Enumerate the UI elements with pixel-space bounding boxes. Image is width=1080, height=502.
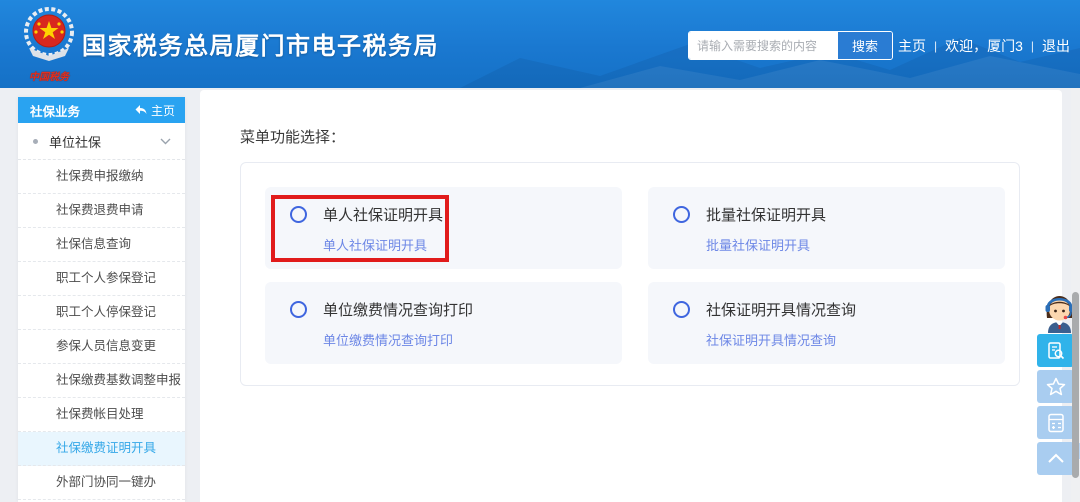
reply-arrow-icon: [135, 105, 147, 114]
sidebar-item[interactable]: 职工个人停保登记: [18, 296, 185, 330]
floating-toolbar: [1037, 334, 1074, 475]
page-title: 国家税务总局厦门市电子税务局: [82, 33, 439, 60]
sidebar-item[interactable]: 社保费帐目处理: [18, 398, 185, 432]
logo-caption: 中国税务: [29, 72, 69, 83]
sidebar-title: 社保业务: [30, 104, 81, 119]
sidebar-parent-label: 单位社保: [49, 134, 102, 150]
card-title: 社保证明开具情况查询: [706, 302, 857, 319]
card-single-social-insurance-certificate[interactable]: 单人社保证明开具 单人社保证明开具: [265, 187, 622, 269]
radio-button-icon[interactable]: [673, 301, 690, 318]
sidebar-item[interactable]: 外部门协同一键办: [18, 466, 185, 500]
tax-emblem-icon: [24, 7, 74, 61]
card-link[interactable]: 批量社保证明开具: [706, 235, 810, 254]
card-title: 单位缴费情况查询打印: [323, 302, 474, 319]
sidebar-item-unit-social-insurance[interactable]: 单位社保: [18, 123, 185, 160]
menu-function-select-label: 菜单功能选择：: [240, 129, 346, 146]
logout-link[interactable]: 退出: [1042, 36, 1070, 56]
card-unit-payment-query-print[interactable]: 单位缴费情况查询打印 单位缴费情况查询打印: [265, 282, 622, 364]
back-to-top-button[interactable]: [1037, 442, 1074, 475]
search-input[interactable]: [689, 32, 837, 59]
header-nav-links: 主页 | 欢迎，厦门3 | 退出: [898, 36, 1070, 56]
sidebar-item[interactable]: 社保信息查询: [18, 228, 185, 262]
header-bar: 中国税务 国家税务总局厦门市电子税务局 搜索 主页 | 欢迎，厦门3 | 退出: [0, 0, 1080, 88]
card-title: 批量社保证明开具: [706, 207, 827, 224]
calculator-button[interactable]: [1037, 406, 1074, 439]
sidebar-item[interactable]: 职工个人参保登记: [18, 262, 185, 296]
sidebar-item[interactable]: 社保费退费申请: [18, 194, 185, 228]
favorite-star-button[interactable]: [1037, 370, 1074, 403]
card-link[interactable]: 单位缴费情况查询打印: [323, 330, 453, 349]
card-link[interactable]: 单人社保证明开具: [323, 235, 427, 254]
star-icon: [1046, 377, 1065, 395]
document-search-button[interactable]: [1037, 334, 1074, 367]
sidebar-item[interactable]: 参保人员信息变更: [18, 330, 185, 364]
header-search: 搜索: [688, 31, 893, 60]
sidebar-item[interactable]: 社保费申报缴纳: [18, 160, 185, 194]
tax-bureau-logo: 中国税务: [19, 6, 79, 83]
sidebar-item-active[interactable]: 社保缴费证明开具: [18, 432, 185, 466]
sidebar-home-label: 主页: [150, 103, 175, 118]
sidebar-header: 社保业务 主页: [18, 97, 185, 123]
radio-button-icon[interactable]: [673, 206, 690, 223]
welcome-user-link[interactable]: 欢迎，厦门3: [945, 36, 1023, 56]
radio-button-icon[interactable]: [290, 206, 307, 223]
chevron-up-icon: [1047, 453, 1064, 463]
page-scrollbar-thumb[interactable]: [1072, 292, 1079, 478]
search-button[interactable]: 搜索: [837, 32, 892, 59]
sidebar-item[interactable]: 社保缴费基数调整申报: [18, 364, 185, 398]
electronic-tax-bureau-page: 中国税务 国家税务总局厦门市电子税务局 搜索 主页 | 欢迎，厦门3 | 退出 …: [0, 0, 1080, 502]
card-link[interactable]: 社保证明开具情况查询: [706, 330, 836, 349]
calculator-icon: [1047, 413, 1064, 432]
radio-button-icon[interactable]: [290, 301, 307, 318]
sidebar-home-link[interactable]: 主页: [135, 102, 175, 119]
chevron-down-icon: [160, 138, 171, 144]
document-search-icon: [1047, 341, 1064, 359]
sidebar-social-insurance: 社保业务 主页 单位社保 社保费申报缴纳 社保费退费申请 社保信息查询 职工个人…: [18, 97, 185, 502]
nav-separator: |: [1030, 39, 1035, 53]
card-certificate-issue-status-query[interactable]: 社保证明开具情况查询 社保证明开具情况查询: [648, 282, 1005, 364]
card-batch-social-insurance-certificate[interactable]: 批量社保证明开具 批量社保证明开具: [648, 187, 1005, 269]
home-link[interactable]: 主页: [898, 36, 926, 56]
card-title: 单人社保证明开具: [323, 207, 444, 224]
bullet-icon: [33, 138, 38, 144]
nav-separator: |: [934, 39, 938, 53]
